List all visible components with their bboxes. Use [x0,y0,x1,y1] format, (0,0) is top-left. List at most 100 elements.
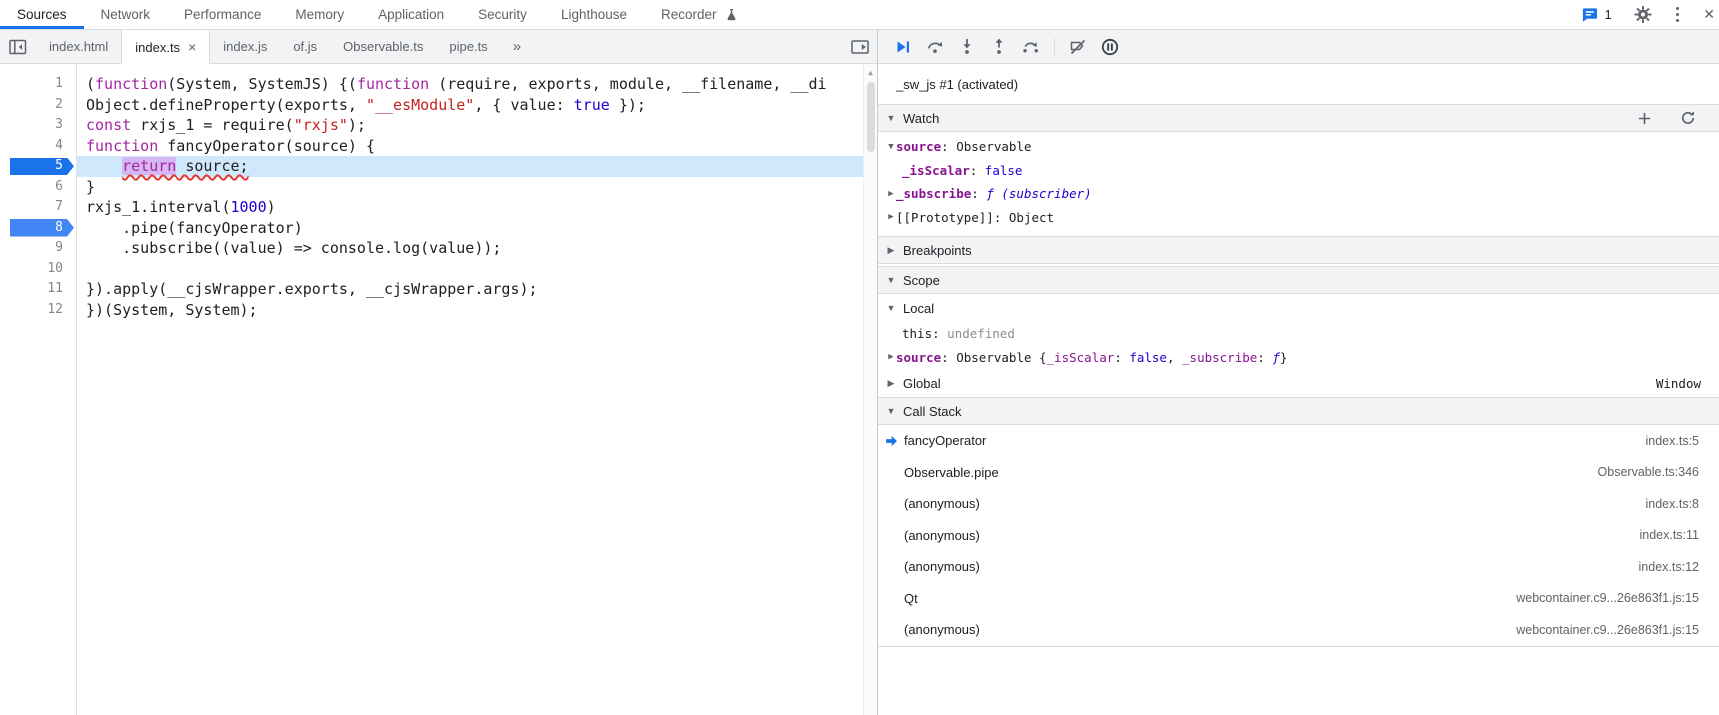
callstack-frame[interactable]: (anonymous) index.ts:8 [878,488,1719,520]
code-token: }).apply(__cjsWrapper.exports, __cjsWrap… [86,280,538,298]
code-token: Object.defineProperty(exports, [86,95,366,114]
chevron-right-icon[interactable]: ▶ [886,378,896,389]
line-number-4[interactable]: 4 [0,136,77,157]
refresh-watch-icon[interactable] [1679,109,1697,127]
pause-on-exceptions-button[interactable] [1097,34,1123,60]
file-tab-pipe.ts[interactable]: pipe.ts [436,30,500,63]
settings-gear-icon[interactable] [1634,6,1652,24]
frame-location: index.ts:5 [1645,433,1699,448]
code-editor[interactable]: 1 (function(System, SystemJS) {(function … [0,64,877,715]
line-number-7[interactable]: 7 [0,197,77,218]
navigator-toggle-button[interactable] [0,30,36,63]
line-number-3[interactable]: 3 [0,115,77,136]
line-number-12[interactable]: 12 [0,300,77,321]
code-line-4: 4 function fancyOperator(source) { [0,136,877,157]
line-number-5[interactable]: 5 [0,156,77,177]
code-token: ( [86,75,96,93]
resume-button[interactable] [890,34,916,60]
chevron-right-icon[interactable]: ▶ [886,352,896,362]
breakpoints-section-header[interactable]: ▶ Breakpoints [878,236,1719,264]
callstack-frame[interactable]: Qt webcontainer.c9...26e863f1.js:15 [878,583,1719,615]
step-into-button[interactable] [954,34,980,60]
open-panel-button[interactable] [851,30,869,63]
file-tab-Observable.ts[interactable]: Observable.ts [330,30,436,63]
callstack-frame[interactable]: (anonymous) webcontainer.c9...26e863f1.js… [878,614,1719,646]
step-over-button[interactable] [922,34,948,60]
callstack-frame[interactable]: (anonymous) index.ts:12 [878,551,1719,583]
close-tab-icon[interactable]: × [188,40,196,54]
code-text: const rxjs_1 = require("rxjs"); [77,115,877,136]
code-token: this [902,326,933,342]
code-token: rxjs_1 = require( [131,116,294,134]
tree-item[interactable]: ▶ [[Prototype]]: Object [878,206,1719,230]
issues-button[interactable]: 1 [1581,6,1612,24]
step-button[interactable] [1018,34,1044,60]
step-out-button[interactable] [986,34,1012,60]
code-token: const [86,116,132,134]
close-icon[interactable]: ✕ [1703,6,1715,23]
main-tab-memory[interactable]: Memory [278,0,361,29]
debugger-toolbar [878,30,1719,64]
tree-item[interactable]: this: undefined [878,322,1719,346]
thread-item[interactable]: _sw_js #1 (activated) [878,64,1719,104]
line-number-8[interactable]: 8 [0,218,77,239]
line-number-11[interactable]: 11 [0,279,77,300]
code-token: fancyOperator(source) { [158,136,375,155]
scope-group-value: Window [1655,375,1701,391]
chevron-right-icon[interactable]: ▶ [886,189,896,199]
code-text: (function(System, SystemJS) {(function (… [77,74,877,95]
tree-item[interactable]: ▼ source: Observable [878,135,1719,159]
file-tab-of.js[interactable]: of.js [280,30,330,63]
main-tab-security[interactable]: Security [461,0,544,29]
callstack-section-header[interactable]: ▼ Call Stack [878,397,1719,425]
code-token: : [941,139,957,155]
chevron-down-icon[interactable]: ▼ [886,303,896,313]
callstack-frame[interactable]: Observable.pipe Observable.ts:346 [878,457,1719,489]
chevron-right-icon[interactable]: ▶ [886,212,896,222]
scrollbar-thumb[interactable] [866,82,875,152]
tab-overflow-button[interactable]: » [501,30,533,63]
file-tab-index.html[interactable]: index.html [36,30,121,63]
tree-item[interactable]: _isScalar: false [878,159,1719,183]
scope-group-global[interactable]: ▶ Global Window [878,369,1719,397]
callstack-frame[interactable]: (anonymous) index.ts:11 [878,520,1719,552]
scope-list: ▼ Local this: undefined ▶ source: Observable… [878,294,1719,397]
line-number-2[interactable]: 2 [0,95,77,116]
line-number-10[interactable]: 10 [0,259,77,280]
code-token: .subscribe((value) => console.log(value)… [86,239,502,257]
code-line-7: 7 rxjs_1.interval(1000) [0,197,877,218]
main-tab-recorder[interactable]: Recorder [644,0,758,29]
main-tab-lighthouse[interactable]: Lighthouse [544,0,644,29]
more-options-icon[interactable] [1674,5,1682,25]
code-token: function [95,75,168,93]
code-token: _isScalar [902,162,970,178]
toolbar-separator [1054,37,1055,56]
code-token: Observable [956,139,1032,155]
line-number-1[interactable]: 1 [0,74,77,95]
main-tab-performance[interactable]: Performance [167,0,278,29]
file-tab-index.js[interactable]: index.js [210,30,280,63]
pause-on-exceptions-icon [1101,38,1119,56]
main-tab-sources[interactable]: Sources [0,0,84,29]
tree-item[interactable]: ▶ _subscribe: ƒ (subscriber) [878,182,1719,206]
main-tab-application[interactable]: Application [361,0,461,29]
panel-tab-bar: Sources Network Performance Memory Applicati… [0,0,758,29]
sources-panel: index.html index.ts × index.js of.js Observab… [0,30,1719,715]
main-tab-label: Application [378,7,445,22]
step-into-icon [958,38,976,56]
deactivate-breakpoints-button[interactable] [1065,34,1091,60]
editor-scrollbar[interactable]: ▲ [863,64,877,715]
callstack-frame[interactable]: fancyOperator index.ts:5 [878,425,1719,457]
chevron-down-icon[interactable]: ▼ [886,142,896,152]
scroll-up-icon[interactable]: ▲ [864,64,877,77]
line-number-6[interactable]: 6 [0,177,77,198]
main-tab-network[interactable]: Network [84,0,168,29]
add-watch-icon[interactable] [1635,109,1653,127]
file-tab-index.ts[interactable]: index.ts × [121,30,211,64]
watch-section-header[interactable]: ▼ Watch [878,104,1719,132]
tree-item[interactable]: ▶ source: Observable {_isScalar: false, _… [878,346,1719,370]
line-number-9[interactable]: 9 [0,238,77,259]
scope-group-local[interactable]: ▼ Local [878,294,1719,322]
scope-section-header[interactable]: ▼ Scope [878,266,1719,294]
debugger-sidebar: _sw_js #1 (activated) ▼ Watch ▼ source: O [877,30,1719,715]
